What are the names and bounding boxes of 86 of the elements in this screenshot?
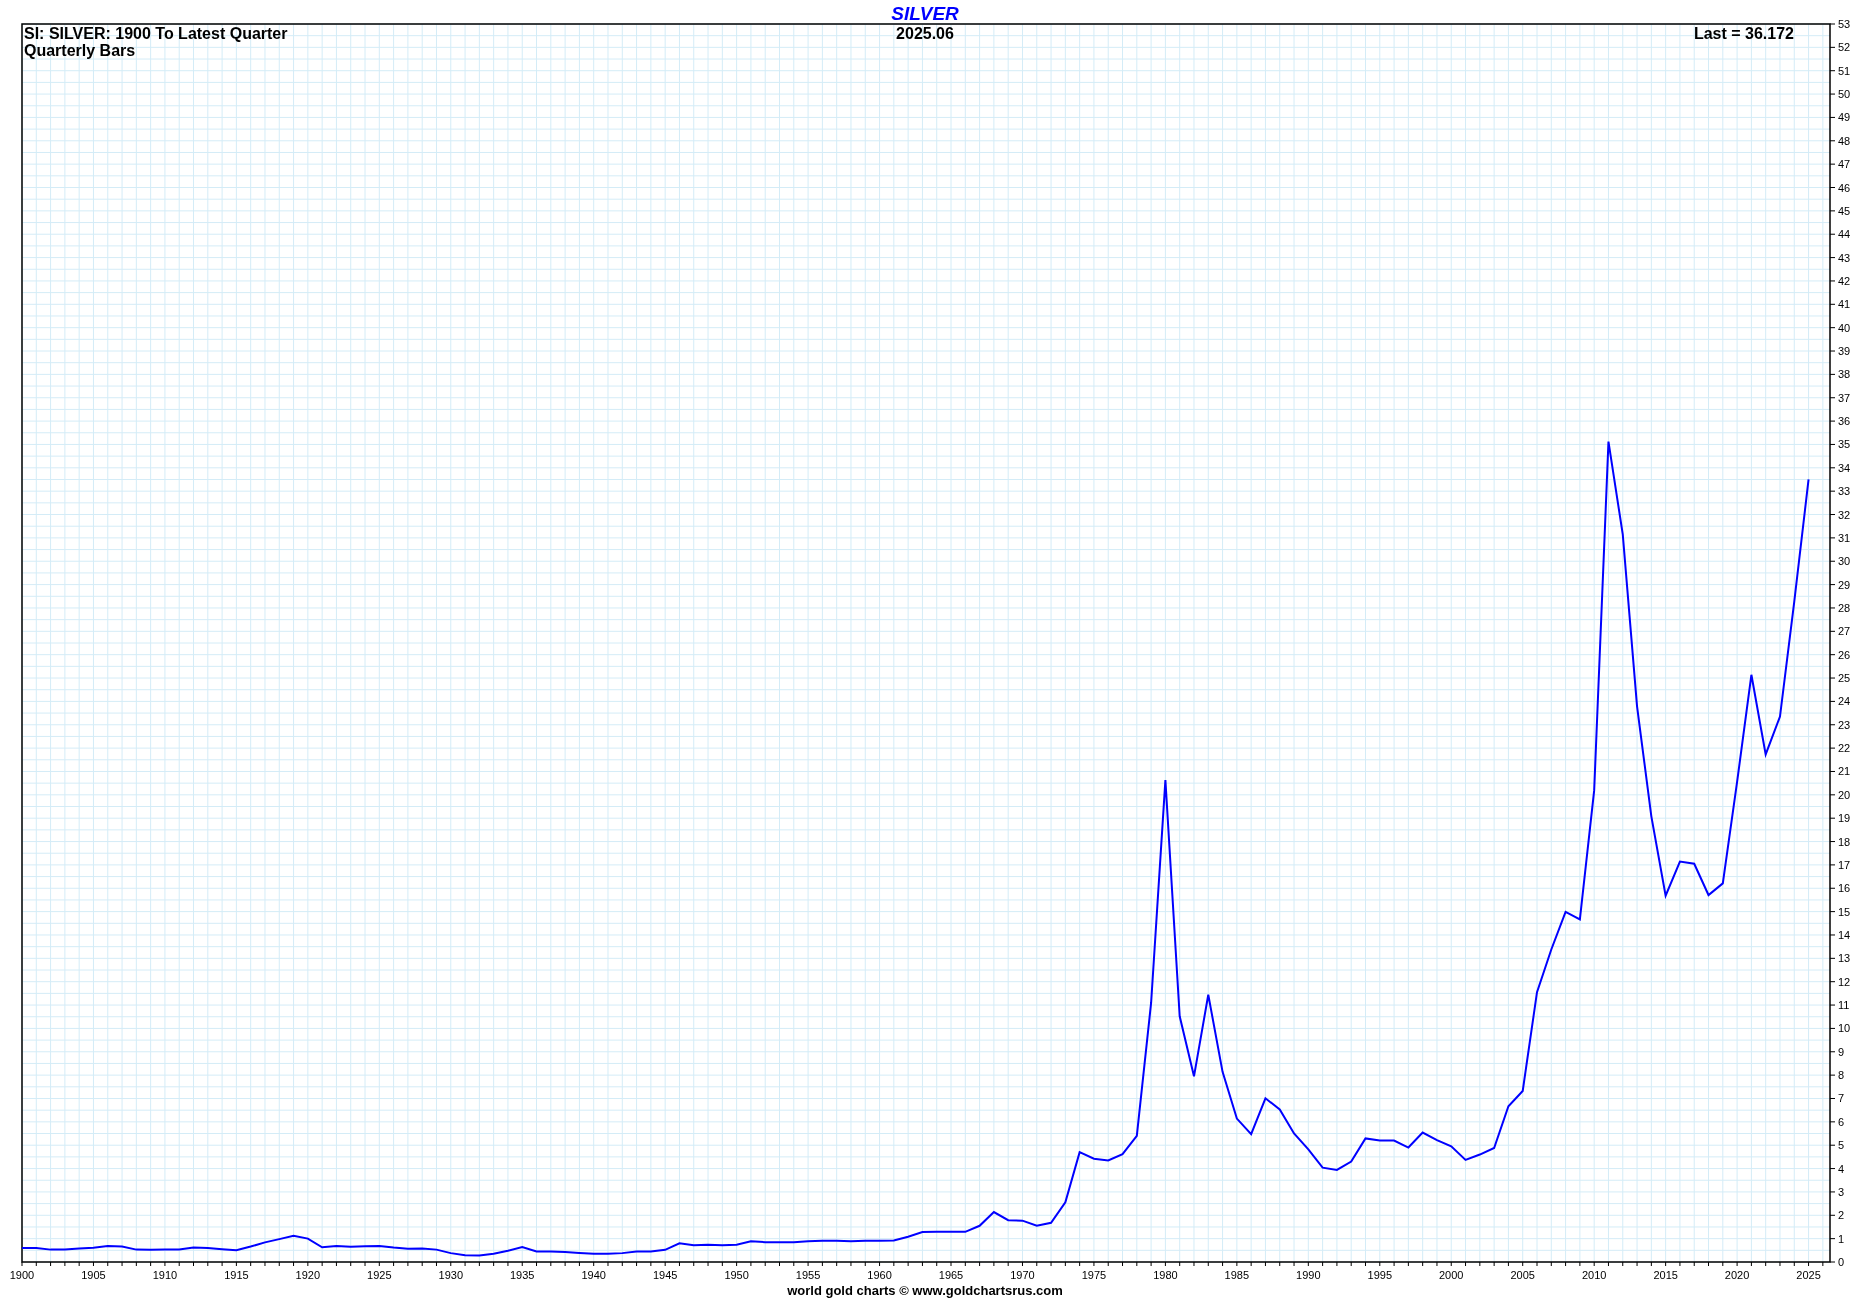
x-tick-label: 1900 — [9, 1269, 35, 1281]
footer-credit: world gold charts © www.goldchartsrus.com — [787, 1283, 1063, 1298]
x-tick-label: 2025 — [1796, 1269, 1821, 1281]
x-tick-label: 1925 — [367, 1269, 392, 1281]
y-tick-label: 44 — [1838, 228, 1850, 241]
y-tick-label: 7 — [1838, 1092, 1845, 1105]
last-price-label: Last = 36.172 — [1693, 25, 1794, 42]
x-tick-label: 1980 — [1153, 1269, 1178, 1281]
y-tick-label: 8 — [1838, 1069, 1845, 1082]
y-tick-label: 17 — [1838, 858, 1850, 871]
y-tick-label: 14 — [1838, 929, 1850, 941]
y-tick-label: 10 — [1838, 1022, 1850, 1035]
x-tick-label: 1905 — [81, 1269, 106, 1281]
y-tick-label: 0 — [1838, 1256, 1845, 1268]
y-tick-label: 21 — [1838, 765, 1850, 778]
y-tick-label: 42 — [1838, 274, 1850, 287]
x-tick-label: 1965 — [938, 1269, 964, 1281]
y-tick-label: 20 — [1838, 788, 1850, 801]
x-tick-label: 1955 — [795, 1269, 821, 1281]
y-tick-label: 47 — [1838, 158, 1850, 171]
x-tick-label: 2015 — [1653, 1269, 1678, 1281]
y-tick-label: 22 — [1838, 742, 1850, 755]
y-tick-label: 51 — [1838, 64, 1850, 77]
x-tick-label: 1920 — [295, 1269, 321, 1281]
y-tick-label: 26 — [1838, 648, 1850, 661]
y-tick-label: 5 — [1838, 1139, 1845, 1152]
y-tick-label: 29 — [1838, 578, 1850, 591]
x-tick-label: 1995 — [1367, 1269, 1393, 1281]
y-tick-label: 18 — [1838, 835, 1850, 848]
x-tick-label: 1960 — [867, 1269, 892, 1281]
y-tick-label: 40 — [1838, 321, 1850, 334]
date-label: 2025.06 — [896, 25, 954, 42]
y-tick-label: 27 — [1838, 625, 1850, 638]
y-tick-label: 30 — [1838, 555, 1850, 568]
x-tick-label: 1915 — [224, 1269, 249, 1281]
y-tick-label: 6 — [1838, 1115, 1845, 1128]
y-tick-label: 32 — [1838, 508, 1850, 521]
x-tick-label: 1945 — [652, 1269, 678, 1281]
y-tick-label: 50 — [1838, 88, 1850, 101]
x-tick-label: 2005 — [1510, 1269, 1535, 1281]
x-tick-label: 1985 — [1224, 1269, 1250, 1281]
y-tick-label: 35 — [1838, 438, 1850, 451]
y-tick-label: 36 — [1838, 415, 1850, 428]
y-tick-label: 3 — [1838, 1185, 1845, 1198]
y-tick-label: 41 — [1838, 298, 1850, 311]
x-tick-label: 1970 — [1010, 1269, 1035, 1281]
x-tick-label: 2000 — [1439, 1269, 1464, 1281]
y-tick-label: 28 — [1838, 601, 1850, 614]
x-tick-label: 2010 — [1581, 1269, 1607, 1281]
y-tick-label: 24 — [1838, 695, 1850, 708]
y-tick-label: 53 — [1838, 18, 1850, 30]
x-tick-label: 1950 — [724, 1269, 749, 1281]
y-tick-label: 39 — [1838, 345, 1850, 357]
y-tick-label: 34 — [1838, 461, 1850, 474]
x-tick-label: 1940 — [581, 1269, 606, 1281]
y-tick-label: 46 — [1838, 181, 1850, 194]
y-tick-label: 38 — [1838, 368, 1850, 381]
y-tick-label: 52 — [1838, 41, 1850, 54]
y-tick-label: 19 — [1838, 812, 1850, 825]
x-tick-label: 1990 — [1296, 1269, 1321, 1281]
chart-subtitle: SI: SILVER: 1900 To Latest Quarter — [24, 25, 288, 42]
y-tick-label: 48 — [1838, 134, 1850, 147]
y-tick-label: 2 — [1838, 1209, 1845, 1222]
y-tick-label: 16 — [1838, 882, 1850, 895]
y-tick-label: 31 — [1838, 531, 1850, 544]
y-tick-label: 23 — [1838, 718, 1850, 731]
y-tick-label: 43 — [1838, 251, 1850, 264]
chart-title: SILVER — [891, 3, 959, 24]
x-tick-label: 1910 — [152, 1269, 178, 1281]
chart-subtitle: Quarterly Bars — [24, 42, 136, 59]
y-tick-label: 37 — [1838, 391, 1850, 404]
y-tick-label: 45 — [1838, 204, 1850, 217]
y-tick-label: 49 — [1838, 111, 1850, 124]
x-tick-label: 2020 — [1724, 1269, 1750, 1281]
y-tick-label: 4 — [1838, 1162, 1845, 1175]
y-tick-label: 15 — [1838, 905, 1850, 918]
y-tick-label: 11 — [1838, 999, 1850, 1012]
y-tick-label: 25 — [1838, 672, 1850, 685]
y-tick-label: 12 — [1838, 975, 1850, 988]
x-tick-label: 1975 — [1081, 1269, 1107, 1281]
x-tick-label: 1930 — [438, 1269, 463, 1281]
y-tick-label: 33 — [1838, 485, 1850, 498]
y-tick-label: 13 — [1838, 952, 1850, 965]
y-tick-label: 1 — [1838, 1232, 1845, 1245]
x-tick-label: 1935 — [510, 1269, 535, 1281]
y-tick-label: 9 — [1838, 1045, 1845, 1058]
